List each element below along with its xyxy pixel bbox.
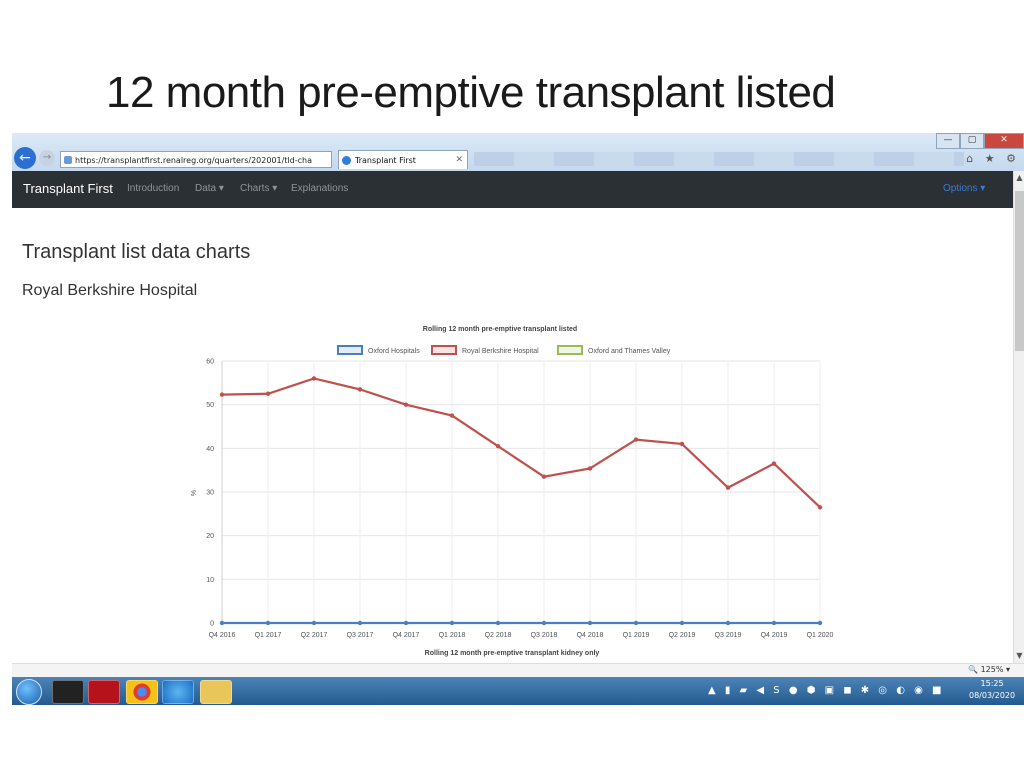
data-point	[357, 387, 363, 392]
data-point	[495, 443, 501, 449]
legend-label: Oxford and Thames Valley	[588, 348, 671, 355]
x-tick-label: Q3 2017	[347, 632, 374, 639]
data-point	[265, 620, 271, 626]
scroll-down-icon[interactable]: ▼	[1015, 651, 1024, 660]
x-axis-label: Rolling 12 month pre-emptive transplant …	[425, 650, 600, 657]
y-tick-label: 20	[206, 533, 214, 540]
x-tick-label: Q2 2017	[301, 632, 328, 639]
data-point	[357, 620, 363, 626]
data-point	[495, 620, 501, 626]
data-point	[449, 620, 455, 626]
legend-label: Royal Berkshire Hospital	[462, 348, 539, 355]
clock-time: 15:25	[980, 679, 1004, 688]
data-point	[219, 620, 225, 626]
y-tick-label: 0	[210, 621, 214, 628]
legend-swatch	[431, 345, 457, 355]
chrome-app-icon[interactable]	[126, 680, 158, 704]
legend-label: Oxford Hospitals	[368, 348, 420, 355]
system-tray-icons[interactable]: ▲ ▮ ▰ ◀ S ● ⬢ ▣ ◼ ✱ ◎ ◐ ◉ ■	[708, 685, 944, 696]
x-tick-label: Q4 2019	[761, 632, 788, 639]
zoom-level[interactable]: 🔍 125% ▾	[968, 665, 1010, 674]
scroll-up-icon[interactable]: ▲	[1015, 173, 1024, 182]
data-point	[403, 620, 409, 626]
chart-grid	[221, 360, 821, 624]
data-point	[541, 474, 547, 479]
acrobat-app-icon[interactable]	[88, 680, 120, 704]
scroll-thumb[interactable]	[1015, 191, 1024, 351]
line-chart: Rolling 12 month pre-emptive transplant …	[191, 326, 834, 657]
taskbar-clock[interactable]: 15:25 08/03/2020	[969, 678, 1015, 702]
data-point	[679, 620, 685, 626]
data-point	[633, 437, 639, 442]
data-point	[403, 402, 409, 407]
data-point	[219, 392, 225, 397]
data-point	[449, 413, 455, 418]
windows-taskbar: ▲ ▮ ▰ ◀ S ● ⬢ ▣ ◼ ✱ ◎ ◐ ◉ ■ 15:25 08/03/…	[12, 677, 1024, 705]
y-tick-label: 60	[206, 359, 214, 366]
data-point	[817, 505, 823, 510]
data-point	[771, 620, 777, 626]
legend-swatch	[557, 345, 583, 355]
data-point	[633, 620, 639, 626]
x-tick-label: Q1 2018	[439, 632, 466, 639]
x-tick-label: Q1 2017	[255, 632, 282, 639]
y-tick-label: 40	[206, 446, 214, 453]
y-tick-label: 50	[206, 402, 214, 409]
data-point	[587, 466, 593, 471]
file-explorer-app-icon[interactable]	[200, 680, 232, 704]
x-axis-ticks: Q4 2016 Q1 2017 Q2 2017 Q3 2017 Q4 2017 Q1 20…	[209, 632, 834, 639]
x-tick-label: Q1 2020	[807, 632, 834, 639]
y-axis-label: %	[191, 490, 198, 496]
x-tick-label: Q2 2019	[669, 632, 696, 639]
start-button[interactable]	[16, 679, 42, 705]
chart-title: Rolling 12 month pre-emptive transplant …	[423, 326, 577, 333]
status-bar: 🔍 125% ▾	[12, 663, 1024, 678]
data-point	[817, 620, 823, 626]
chart-legend: Oxford Hospitals Royal Berkshire Hospital…	[337, 345, 671, 355]
series-line	[221, 377, 821, 509]
data-point	[587, 620, 593, 626]
x-tick-label: Q3 2018	[531, 632, 558, 639]
data-point	[725, 485, 731, 490]
data-point	[725, 620, 731, 626]
y-tick-label: 10	[206, 577, 214, 584]
data-point	[541, 620, 547, 626]
x-tick-label: Q4 2016	[209, 632, 236, 639]
chart-series	[219, 376, 823, 626]
x-tick-label: Q1 2019	[623, 632, 650, 639]
page-scrollbar[interactable]: ▲ ▼	[1013, 171, 1024, 663]
y-axis-ticks: 0 10 20 30 40 50 60	[206, 359, 214, 628]
clock-date: 08/03/2020	[969, 691, 1016, 700]
data-point	[311, 620, 317, 626]
y-tick-label: 30	[206, 490, 214, 497]
data-point	[771, 461, 777, 466]
browser-screenshot: — ▢ ✕ ← → https://transplantfirst.renalr…	[12, 133, 1024, 705]
data-point	[679, 441, 685, 447]
legend-swatch	[337, 345, 363, 355]
x-tick-label: Q4 2017	[393, 632, 420, 639]
cmd-app-icon[interactable]	[52, 680, 84, 704]
data-point	[265, 391, 271, 396]
x-tick-label: Q2 2018	[485, 632, 512, 639]
x-tick-label: Q3 2019	[715, 632, 742, 639]
data-point	[311, 376, 317, 381]
x-tick-label: Q4 2018	[577, 632, 604, 639]
slide-title: 12 month pre-emptive transplant listed	[106, 68, 836, 117]
internet-explorer-app-icon[interactable]	[162, 680, 194, 704]
